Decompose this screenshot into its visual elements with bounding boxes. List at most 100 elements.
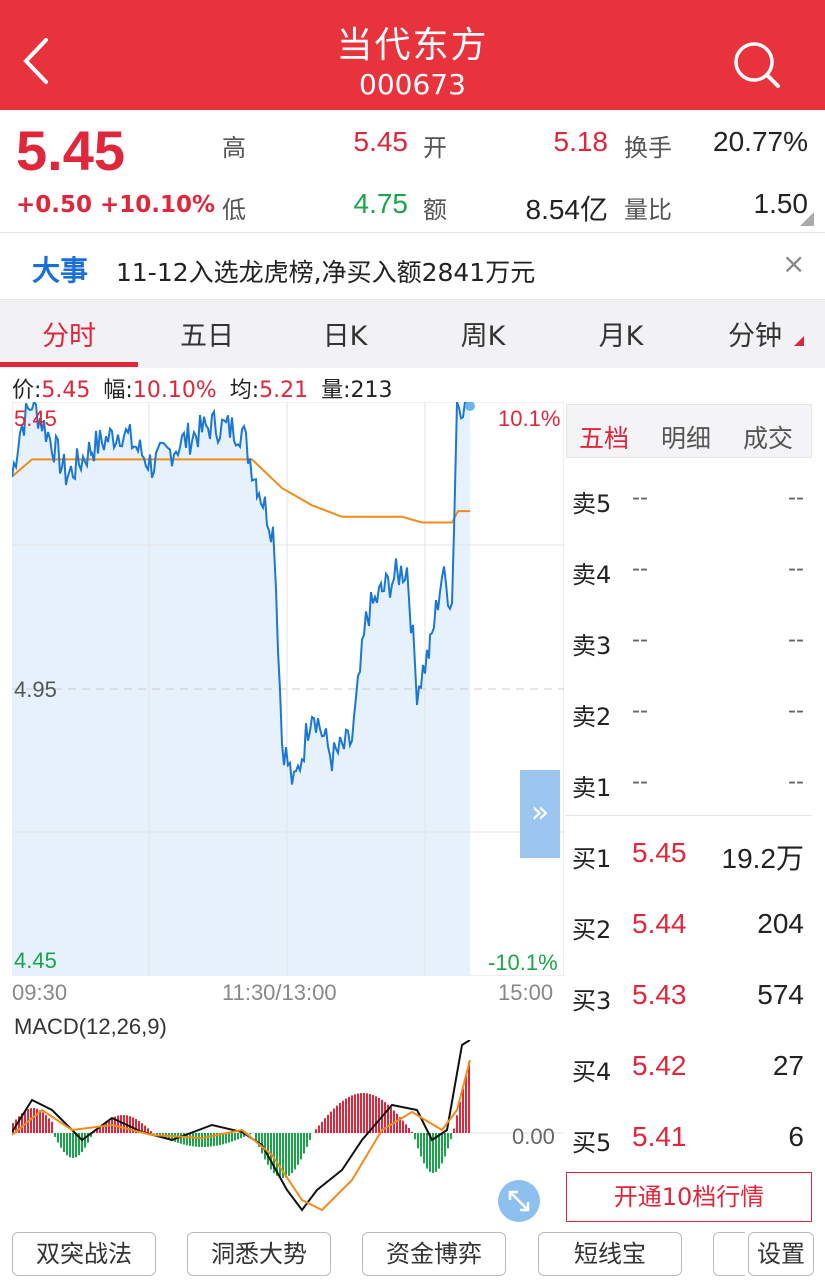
tab-daily-k[interactable]: 日K	[276, 314, 414, 353]
bid-volume: 574	[757, 979, 804, 1010]
low-value: 4.75	[353, 188, 409, 219]
macd-bar	[327, 1114, 329, 1133]
macd-bar	[195, 1133, 197, 1147]
macd-bar	[324, 1118, 326, 1133]
ask-volume: --	[788, 484, 804, 511]
bottom-pct-label: -10.1%	[488, 950, 558, 975]
time-mid-label: 11:30/13:00	[222, 980, 337, 1005]
macd-chart[interactable]	[12, 1040, 564, 1220]
ask-volume: --	[788, 768, 804, 795]
tab-monthly-k[interactable]: 月K	[552, 314, 690, 353]
hidden-button-edge[interactable]	[713, 1232, 745, 1276]
volume-ratio-label: 量比	[624, 196, 672, 224]
volume-value: 213	[350, 378, 393, 403]
macd-bar	[192, 1133, 194, 1147]
macd-bar	[75, 1133, 77, 1158]
bid-row: 买5 5.41 6	[570, 1111, 808, 1161]
macd-bar	[198, 1133, 200, 1147]
top-pct-label: 10.1%	[498, 406, 561, 431]
macd-bar	[57, 1133, 59, 1143]
macd-bar	[231, 1133, 233, 1142]
intraday-chart[interactable]	[12, 402, 564, 976]
macd-bar	[447, 1133, 449, 1149]
tab-minute[interactable]: 分钟	[686, 314, 824, 353]
macd-bar	[249, 1133, 251, 1135]
macd-bar	[462, 1088, 464, 1133]
macd-bar	[51, 1121, 53, 1133]
macd-bar	[411, 1131, 413, 1133]
news-bar[interactable]: 大事 11-12入选龙虎榜,净买入额2841万元 ×	[0, 232, 825, 300]
tab-trades[interactable]: 成交	[743, 419, 793, 455]
top-bar: 当代东方 000673	[0, 0, 825, 110]
fullscreen-icon	[508, 1190, 530, 1212]
macd-bar	[120, 1115, 122, 1133]
macd-bar	[459, 1101, 461, 1133]
macd-bar	[450, 1133, 452, 1140]
expand-corner-icon[interactable]	[800, 212, 814, 226]
macd-bar	[147, 1128, 149, 1133]
amount-label: 额	[423, 196, 447, 224]
orderbook-divider	[566, 815, 812, 816]
macd-bar	[348, 1096, 350, 1133]
macd-bar	[54, 1133, 56, 1137]
avg-label: 均:	[229, 378, 260, 403]
macd-histogram	[12, 1061, 470, 1178]
range-label: 幅:	[103, 378, 133, 403]
mid-price-label: 4.95	[14, 677, 57, 702]
bid-row: 买3 5.43 574	[570, 969, 808, 1019]
double-breakout-button[interactable]: 双突战法	[12, 1232, 156, 1276]
open-10-level-button[interactable]: 开通10档行情	[566, 1172, 812, 1222]
macd-bar	[294, 1133, 296, 1170]
expand-panel-button[interactable]: »	[520, 770, 560, 858]
orderbook-tabs: 五档 明细 成交	[566, 404, 812, 458]
macd-bar	[150, 1131, 152, 1133]
macd-bar	[291, 1133, 293, 1174]
price-change: +0.50 +10.10%	[16, 192, 216, 218]
tab-five-level[interactable]: 五档	[579, 419, 629, 455]
ask-volume: --	[788, 555, 804, 582]
crosshair-info: 价:5.45 幅:10.10% 均:5.21 量:213	[12, 372, 393, 404]
short-term-button[interactable]: 短线宝	[538, 1232, 682, 1276]
macd-bar	[414, 1133, 416, 1140]
macd-bar	[363, 1093, 365, 1133]
bid-row: 买1 5.45 19.2万	[570, 827, 808, 877]
macd-bar	[423, 1133, 425, 1164]
market-insight-button[interactable]: 洞悉大势	[187, 1232, 331, 1276]
search-icon[interactable]	[730, 38, 782, 90]
macd-bar	[426, 1133, 428, 1169]
macd-bar	[261, 1133, 263, 1154]
tab-detail[interactable]: 明细	[661, 419, 711, 455]
bid-row: 买2 5.44 204	[570, 898, 808, 948]
macd-bar	[453, 1128, 455, 1133]
tab-weekly-k[interactable]: 周K	[414, 314, 552, 353]
fullscreen-button[interactable]	[498, 1180, 540, 1222]
tab-five-day[interactable]: 五日	[138, 314, 276, 353]
ask-price: --	[632, 768, 648, 795]
tab-intraday[interactable]: 分时	[0, 314, 138, 353]
bid-volume: 6	[788, 1121, 804, 1152]
fund-game-button[interactable]: 资金博弈	[362, 1232, 506, 1276]
settings-button[interactable]: 设置	[748, 1232, 814, 1276]
time-end-label: 15:00	[498, 980, 554, 1005]
ask-price: --	[632, 626, 648, 653]
price-label: 价:	[12, 378, 42, 403]
macd-bar	[225, 1133, 227, 1144]
macd-bar	[189, 1133, 191, 1146]
macd-bar	[285, 1133, 287, 1178]
bid-label: 买5	[572, 1129, 612, 1157]
ask-row: 卖1 -- --	[570, 756, 808, 806]
macd-zero-label: 0.00	[512, 1124, 555, 1149]
macd-bar	[330, 1111, 332, 1133]
bid-volume: 27	[772, 1050, 804, 1081]
macd-bar	[405, 1124, 407, 1133]
news-text[interactable]: 11-12入选龙虎榜,净买入额2841万元	[116, 253, 535, 289]
macd-bar	[366, 1093, 368, 1133]
macd-bar	[456, 1115, 458, 1133]
close-icon[interactable]: ×	[782, 247, 805, 280]
bid-price: 5.41	[632, 1121, 687, 1152]
macd-bar	[117, 1115, 119, 1133]
bottom-price-label: 4.45	[14, 948, 57, 973]
macd-bar	[438, 1133, 440, 1169]
macd-bar	[318, 1125, 320, 1133]
macd-bar	[336, 1105, 338, 1133]
